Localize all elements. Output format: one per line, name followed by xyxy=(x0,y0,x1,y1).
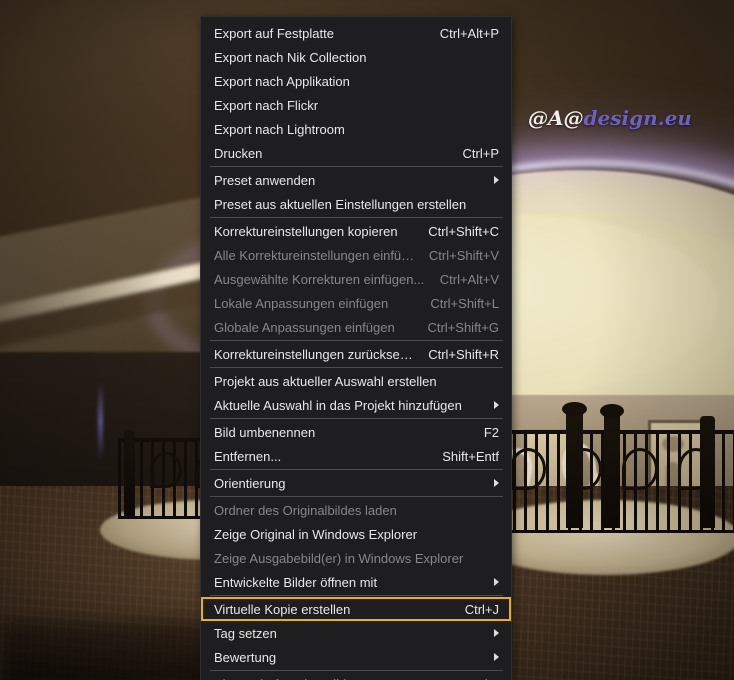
menu-item-label: Aktuelle Auswahl in das Projekt hinzufüg… xyxy=(214,397,462,413)
menu-item-label: Preset aus aktuellen Einstellungen erste… xyxy=(214,196,467,212)
menu-item-shortcut: Ctrl+J xyxy=(464,601,499,617)
menu-item-33[interactable]: Bewertung xyxy=(201,645,511,669)
menu-item-label: Export nach Applikation xyxy=(214,73,350,89)
menu-item-label: Globale Anpassungen einfügen xyxy=(214,319,395,335)
menu-item-shortcut: Ctrl+Shift+G xyxy=(427,319,499,335)
railing-post xyxy=(124,430,135,516)
menu-item-label: Alle Korrektureinstellungen einfügen xyxy=(214,247,415,263)
railing-post-cap xyxy=(562,402,587,416)
railing-post xyxy=(604,410,620,528)
menu-item-shortcut: Ctrl+Shift+V xyxy=(428,247,499,263)
menu-separator xyxy=(210,418,503,419)
submenu-arrow-icon xyxy=(494,479,499,487)
menu-separator xyxy=(210,595,503,596)
menu-item-label: Export nach Nik Collection xyxy=(214,49,367,65)
menu-item-31[interactable]: Virtuelle Kopie erstellen Ctrl+J xyxy=(201,597,511,621)
menu-item-shortcut: Ctrl+Alt+P xyxy=(439,25,499,41)
menu-separator xyxy=(210,367,503,368)
menu-item-3[interactable]: Export nach Flickr xyxy=(201,93,511,117)
menu-item-label: Orientierung xyxy=(214,475,286,491)
menu-separator xyxy=(210,217,503,218)
menu-item-10[interactable]: Korrektureinstellungen kopieren Ctrl+Shif… xyxy=(201,219,511,243)
menu-item-shortcut: Ctrl+P xyxy=(462,145,499,161)
watermark: @A@design.eu xyxy=(528,106,692,130)
menu-item-label: Zeige Original in Windows Explorer xyxy=(214,526,418,542)
screen: @A@design.eu Export auf Festplatte Ctrl+A… xyxy=(0,0,734,680)
corridor-accent-light xyxy=(98,382,103,460)
menu-item-13: Lokale Anpassungen einfügen Ctrl+Shift+L xyxy=(201,291,511,315)
menu-item-24[interactable]: Orientierung xyxy=(201,471,511,495)
menu-item-label: Zeige Ausgabebild(er) in Windows Explore… xyxy=(214,550,464,566)
menu-item-11: Alle Korrektureinstellungen einfügen Ctrl… xyxy=(201,243,511,267)
menu-item-shortcut: Ctrl+Alt+V xyxy=(439,271,499,287)
menu-separator xyxy=(210,166,503,167)
submenu-arrow-icon xyxy=(494,629,499,637)
menu-item-16[interactable]: Korrektureinstellungen zurücksetzen Ctrl+… xyxy=(201,342,511,366)
menu-item-14: Globale Anpassungen einfügen Ctrl+Shift+G xyxy=(201,315,511,339)
menu-item-22[interactable]: Entfernen... Shift+Entf xyxy=(201,444,511,468)
menu-item-label: Korrektureinstellungen kopieren xyxy=(214,223,398,239)
menu-separator xyxy=(210,469,503,470)
menu-item-label: Projekt aus aktueller Auswahl erstellen xyxy=(214,373,437,389)
menu-item-12: Ausgewählte Korrekturen einfügen... Ctrl+… xyxy=(201,267,511,291)
submenu-arrow-icon xyxy=(494,176,499,184)
menu-item-1[interactable]: Export nach Nik Collection xyxy=(201,45,511,69)
menu-separator xyxy=(210,340,503,341)
menu-item-shortcut: Ctrl+Shift+L xyxy=(430,295,499,311)
menu-item-label: Eigenschaften des Bildes xyxy=(214,677,454,680)
menu-item-27[interactable]: Zeige Original in Windows Explorer xyxy=(201,522,511,546)
menu-item-18[interactable]: Projekt aus aktueller Auswahl erstellen xyxy=(201,369,511,393)
menu-item-label: Preset anwenden xyxy=(214,172,316,188)
menu-item-label: Bild umbenennen xyxy=(214,424,316,440)
menu-item-label: Drucken xyxy=(214,145,263,161)
watermark-domain: design.eu xyxy=(583,106,692,130)
menu-item-8[interactable]: Preset aus aktuellen Einstellungen erste… xyxy=(201,192,511,216)
menu-item-label: Export auf Festplatte xyxy=(214,25,334,41)
menu-item-29[interactable]: Entwickelte Bilder öffnen mit xyxy=(201,570,511,594)
menu-item-label: Ausgewählte Korrekturen einfügen... xyxy=(214,271,425,287)
railing-post xyxy=(700,416,715,528)
menu-item-label: Entfernen... xyxy=(214,448,282,464)
submenu-arrow-icon xyxy=(494,401,499,409)
menu-item-shortcut: Ctrl+Shift+R xyxy=(428,346,499,362)
menu-item-32[interactable]: Tag setzen xyxy=(201,621,511,645)
menu-item-shortcut: Ctrl+Shift+C xyxy=(428,223,499,239)
menu-item-label: Korrektureinstellungen zurücksetzen xyxy=(214,346,415,362)
menu-item-26: Ordner des Originalbildes laden xyxy=(201,498,511,522)
menu-item-shortcut: Ctrl+I xyxy=(468,677,499,680)
menu-item-shortcut: Shift+Entf xyxy=(442,448,499,464)
menu-item-5[interactable]: Drucken Ctrl+P xyxy=(201,141,511,165)
context-menu[interactable]: Export auf Festplatte Ctrl+Alt+P Export na… xyxy=(201,17,511,680)
menu-separator xyxy=(210,496,503,497)
menu-item-label: Export nach Lightroom xyxy=(214,121,345,137)
menu-item-label: Ordner des Originalbildes laden xyxy=(214,502,397,518)
menu-item-label: Lokale Anpassungen einfügen xyxy=(214,295,389,311)
watermark-prefix: @A@ xyxy=(528,106,584,130)
menu-item-19[interactable]: Aktuelle Auswahl in das Projekt hinzufüg… xyxy=(201,393,511,417)
menu-item-21[interactable]: Bild umbenennen F2 xyxy=(201,420,511,444)
menu-item-4[interactable]: Export nach Lightroom xyxy=(201,117,511,141)
railing-scrollwork xyxy=(150,452,182,488)
menu-item-label: Tag setzen xyxy=(214,625,277,641)
menu-item-7[interactable]: Preset anwenden xyxy=(201,168,511,192)
submenu-arrow-icon xyxy=(494,653,499,661)
menu-item-label: Virtuelle Kopie erstellen xyxy=(214,601,351,617)
menu-item-label: Entwickelte Bilder öffnen mit xyxy=(214,574,378,590)
menu-item-35[interactable]: Eigenschaften des Bildes Ctrl+I xyxy=(201,672,511,680)
menu-item-2[interactable]: Export nach Applikation xyxy=(201,69,511,93)
railing-scrollwork xyxy=(510,448,546,490)
menu-item-shortcut: F2 xyxy=(483,424,499,440)
menu-item-label: Export nach Flickr xyxy=(214,97,319,113)
menu-item-label: Bewertung xyxy=(214,649,277,665)
railing-post-cap xyxy=(600,404,624,418)
menu-item-28: Zeige Ausgabebild(er) in Windows Explore… xyxy=(201,546,511,570)
railing-post xyxy=(566,408,583,528)
menu-item-0[interactable]: Export auf Festplatte Ctrl+Alt+P xyxy=(201,21,511,45)
railing-scrollwork xyxy=(622,448,658,490)
menu-separator xyxy=(210,670,503,671)
submenu-arrow-icon xyxy=(494,578,499,586)
